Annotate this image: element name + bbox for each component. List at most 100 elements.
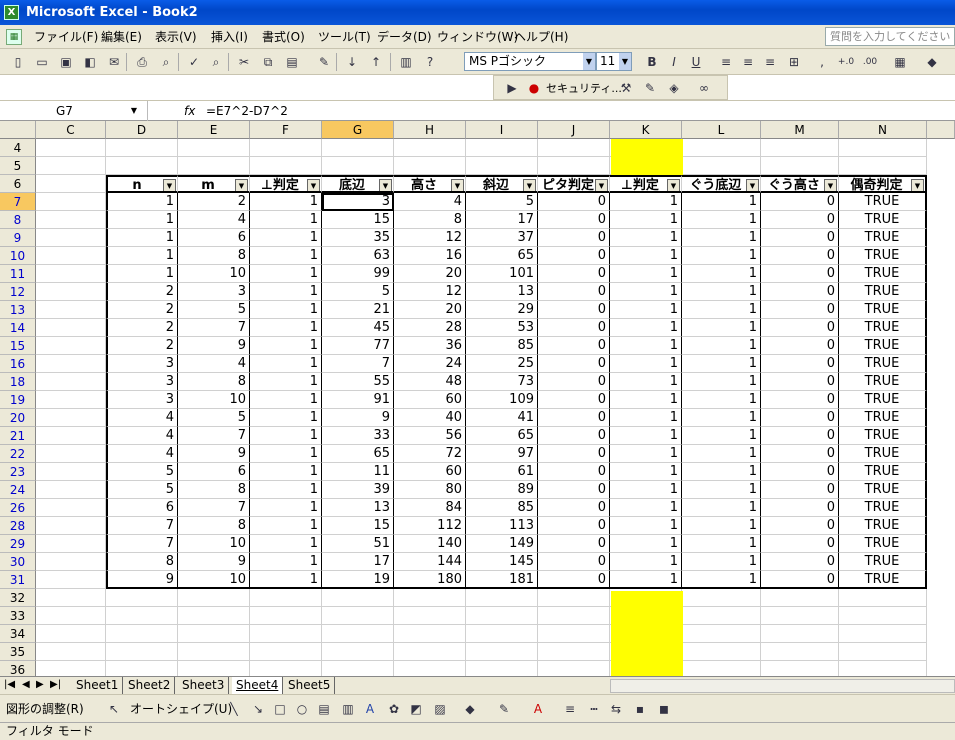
table-cell[interactable]: 60 [394,463,466,481]
table-header-cell[interactable]: ピタ判定 ▼ [538,175,610,193]
column-header[interactable]: M [761,121,839,139]
cell[interactable] [106,607,178,625]
table-cell[interactable]: TRUE [839,265,927,283]
table-cell[interactable]: 0 [761,445,839,463]
shadow-style-icon[interactable]: ▪ [630,699,650,719]
table-cell[interactable]: 39 [322,481,394,499]
arrow-icon[interactable]: ↘ [248,699,268,719]
spreadsheet-grid[interactable]: C D E F G H I J K L M N 4 5 6 n ▼ m ▼ ⊥判定 ▼ 底辺 ▼ 高さ ▼ 斜辺 ▼ ピタ判定 ▼ ⊥判定… [0,121,955,677]
table-cell[interactable]: 1 [682,499,761,517]
table-cell[interactable]: 1 [682,283,761,301]
table-cell[interactable]: 1 [682,463,761,481]
table-cell[interactable]: 4 [106,427,178,445]
table-cell[interactable]: 28 [394,319,466,337]
table-cell[interactable]: 1 [682,355,761,373]
table-cell[interactable]: 41 [466,409,538,427]
autofilter-dropdown-icon[interactable]: ▼ [523,179,536,191]
cell[interactable] [36,247,106,265]
clip-art-icon[interactable]: ◩ [406,699,426,719]
table-header-cell[interactable]: ⊥判定 ▼ [250,175,322,193]
cell[interactable] [250,139,322,157]
table-cell[interactable]: 5 [466,193,538,211]
table-cell[interactable]: 1 [682,517,761,535]
table-cell[interactable]: 29 [466,301,538,319]
table-cell[interactable]: 56 [394,427,466,445]
table-cell[interactable]: 1 [610,409,682,427]
row-header[interactable]: 21 [0,427,36,445]
cell[interactable] [761,607,839,625]
cell[interactable] [322,643,394,661]
table-cell[interactable]: 0 [538,571,610,589]
column-header[interactable]: G [322,121,394,139]
cell[interactable] [466,157,538,175]
table-cell[interactable]: TRUE [839,211,927,229]
cell[interactable] [106,625,178,643]
new-icon[interactable]: ▯ [8,52,28,72]
row-header[interactable]: 20 [0,409,36,427]
row-header[interactable]: 22 [0,445,36,463]
row-header[interactable]: 8 [0,211,36,229]
table-cell[interactable]: TRUE [839,391,927,409]
table-cell[interactable]: 85 [466,499,538,517]
cell[interactable] [178,589,250,607]
cell[interactable] [36,229,106,247]
table-cell[interactable]: 1 [250,373,322,391]
cell[interactable] [36,571,106,589]
table-cell[interactable]: 10 [178,571,250,589]
row-header[interactable]: 34 [0,625,36,643]
cell[interactable] [36,427,106,445]
prev-sheet-icon[interactable]: ◀ [22,679,30,690]
table-cell[interactable]: 1 [682,301,761,319]
cell[interactable] [394,139,466,157]
line-color-icon[interactable]: ✎ [494,699,514,719]
table-cell[interactable]: 8 [178,373,250,391]
cell[interactable] [466,139,538,157]
table-cell[interactable]: 1 [250,517,322,535]
table-cell[interactable]: 4 [178,355,250,373]
row-header[interactable]: 11 [0,265,36,283]
table-cell[interactable]: 10 [178,265,250,283]
table-cell[interactable]: 0 [538,499,610,517]
autofilter-dropdown-icon[interactable]: ▼ [824,179,837,191]
table-cell[interactable]: 72 [394,445,466,463]
table-cell[interactable]: 1 [250,409,322,427]
record-macro-icon[interactable]: ● [524,78,544,98]
menu-data[interactable]: データ(D) [377,29,432,46]
comma-style-icon[interactable]: , [812,52,832,72]
cell[interactable] [682,139,761,157]
select-all-corner[interactable] [0,121,36,139]
cell[interactable] [36,265,106,283]
table-cell[interactable]: 0 [538,553,610,571]
table-cell[interactable]: 2 [178,193,250,211]
column-header[interactable]: I [466,121,538,139]
table-cell[interactable]: 1 [250,301,322,319]
table-cell[interactable]: 0 [761,463,839,481]
cell[interactable] [36,157,106,175]
diagram-icon[interactable]: ✿ [384,699,404,719]
table-cell[interactable]: 0 [538,355,610,373]
table-cell[interactable]: 19 [322,571,394,589]
cell[interactable] [761,157,839,175]
table-cell[interactable]: 1 [682,211,761,229]
cell[interactable] [682,607,761,625]
table-cell[interactable]: 8 [106,553,178,571]
table-cell[interactable]: 1 [682,319,761,337]
row-header[interactable]: 7 [0,193,36,211]
table-cell[interactable]: TRUE [839,409,927,427]
table-cell[interactable]: 0 [538,193,610,211]
table-cell[interactable]: 2 [106,337,178,355]
increase-decimal-icon[interactable]: +.0 [836,52,856,72]
table-cell[interactable]: TRUE [839,463,927,481]
table-cell[interactable]: 144 [394,553,466,571]
table-cell[interactable]: 180 [394,571,466,589]
cell[interactable] [36,517,106,535]
table-cell[interactable]: 53 [466,319,538,337]
arrow-style-icon[interactable]: ⇆ [606,699,626,719]
table-cell[interactable]: 60 [394,391,466,409]
table-cell[interactable]: 1 [610,247,682,265]
column-header[interactable]: E [178,121,250,139]
table-cell[interactable]: 1 [682,391,761,409]
table-cell[interactable]: 35 [322,229,394,247]
table-cell[interactable]: 63 [322,247,394,265]
cell[interactable] [36,589,106,607]
